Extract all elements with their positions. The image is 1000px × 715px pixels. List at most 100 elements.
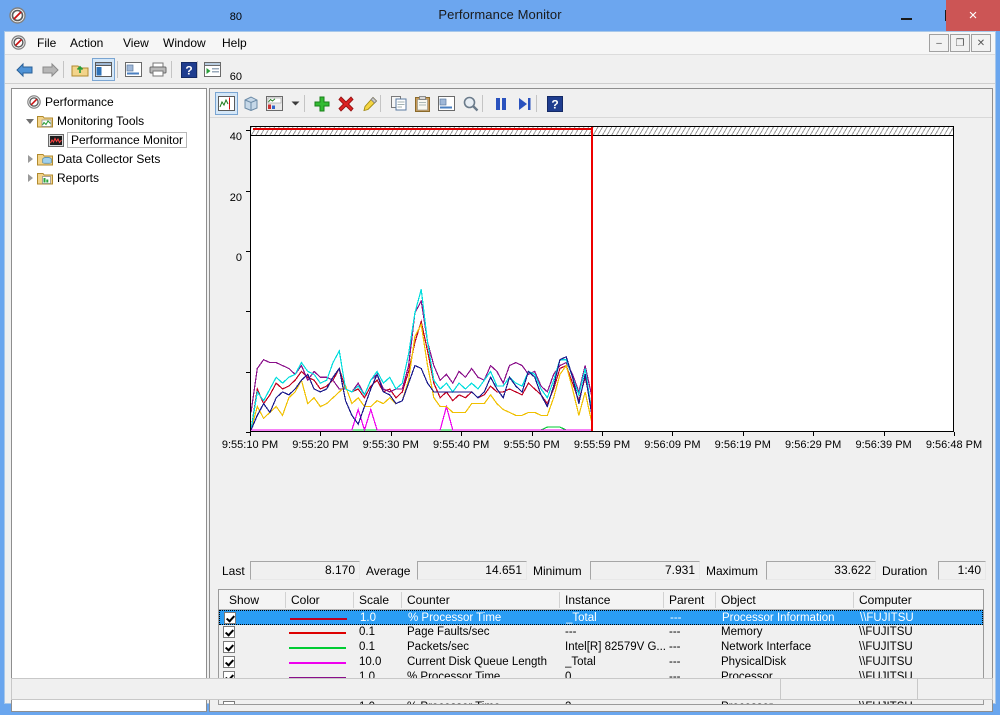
legend-column-header[interactable]: Scale xyxy=(359,593,389,607)
x-axis-label: 9:56:19 PM xyxy=(707,439,779,451)
legend-row[interactable]: 0.1Packets/secIntel[R] 82579V G...---Net… xyxy=(219,640,983,655)
mdi-minimize-button[interactable]: – xyxy=(929,34,949,52)
menu-item-help[interactable]: Help xyxy=(220,36,249,50)
show-checkbox[interactable] xyxy=(223,701,235,705)
no-entry-icon xyxy=(11,35,26,50)
show-checkbox[interactable] xyxy=(224,612,236,624)
mdi-close-button[interactable]: ✕ xyxy=(971,34,991,52)
last-value: 8.170 xyxy=(250,561,360,580)
chart-red-top-line xyxy=(253,128,591,130)
help-button[interactable]: ? xyxy=(543,92,566,115)
expander-closed-icon[interactable] xyxy=(26,173,37,184)
tree-item-performance-monitor[interactable]: Performance Monitor xyxy=(48,131,187,149)
forward-button[interactable] xyxy=(39,58,62,81)
change-graph-type-button[interactable] xyxy=(263,92,286,115)
tree-item-performance[interactable]: Performance xyxy=(16,93,114,111)
legend-cell-instance: _Total xyxy=(566,612,666,624)
legend-cell-instance: _Total xyxy=(565,656,665,668)
legend-cell-computer: \\FUJITSU xyxy=(859,701,969,705)
show-checkbox[interactable] xyxy=(223,641,235,653)
up-one-level-button[interactable] xyxy=(68,58,91,81)
window-close-button[interactable]: × xyxy=(946,0,1000,31)
tree-item-monitoring-tools[interactable]: Monitoring Tools xyxy=(26,112,144,130)
x-axis-label: 9:56:39 PM xyxy=(848,439,920,451)
y-axis-label-80: 80 xyxy=(212,11,242,23)
window-minimize-button[interactable] xyxy=(884,0,928,31)
legend-column-header[interactable]: Counter xyxy=(407,593,450,607)
legend-column-header[interactable]: Object xyxy=(721,593,756,607)
tree-item-reports[interactable]: Reports xyxy=(26,169,99,187)
legend-column-divider[interactable] xyxy=(663,592,664,608)
legend-column-divider[interactable] xyxy=(715,592,716,608)
legend-row[interactable]: 1.0% Processor Time_Total---Processor In… xyxy=(219,610,983,625)
console-tree[interactable]: Performance Monitoring Tools xyxy=(11,88,207,712)
performance-monitor-window: Performance Monitor × File Action View W… xyxy=(0,0,1000,715)
legend-column-divider[interactable] xyxy=(285,592,286,608)
mdi-restore-button[interactable]: ❐ xyxy=(950,34,970,52)
chart-time-cursor[interactable] xyxy=(591,127,593,431)
expander-placeholder xyxy=(16,97,27,108)
legend-column-header[interactable]: Parent xyxy=(669,593,704,607)
delete-counter-button[interactable] xyxy=(334,92,357,115)
legend-column-divider[interactable] xyxy=(559,592,560,608)
expander-closed-icon[interactable] xyxy=(26,154,37,165)
legend-row[interactable]: 1.0% Processor Time2---Processor\\FUJITS… xyxy=(219,700,983,705)
x-axis-label: 9:55:10 PM xyxy=(214,439,286,451)
legend-cell-computer: \\FUJITSU xyxy=(859,626,969,638)
performance-monitor-pane: ? 0 20 40 60 80 100 xyxy=(209,88,993,712)
legend-column-header[interactable]: Computer xyxy=(859,593,912,607)
menu-item-view[interactable]: View xyxy=(121,36,151,50)
legend-row[interactable]: 10.0Current Disk Queue Length_Total---Ph… xyxy=(219,655,983,670)
show-console-tree-button[interactable] xyxy=(92,58,115,81)
y-axis-label-0: 0 xyxy=(212,252,242,264)
x-tick xyxy=(250,432,251,436)
update-data-button[interactable] xyxy=(513,92,536,115)
paste-counter-list-button[interactable] xyxy=(411,92,434,115)
tree-item-data-collector-sets[interactable]: Data Collector Sets xyxy=(26,150,160,168)
menu-item-action[interactable]: Action xyxy=(68,36,105,50)
duration-label: Duration xyxy=(882,564,927,578)
color-swatch xyxy=(289,647,346,649)
view-histogram-button[interactable] xyxy=(239,92,262,115)
show-checkbox[interactable] xyxy=(223,626,235,638)
print-button[interactable] xyxy=(146,58,169,81)
legend-cell-scale: 1.0 xyxy=(360,612,400,624)
close-glyph-icon: × xyxy=(969,8,978,23)
svg-text:?: ? xyxy=(185,63,192,77)
legend-column-header[interactable]: Show xyxy=(229,593,259,607)
freeze-display-button[interactable] xyxy=(489,92,512,115)
average-label: Average xyxy=(366,564,410,578)
legend-cell-counter: % Processor Time xyxy=(407,701,562,705)
back-button[interactable] xyxy=(13,58,36,81)
legend-column-header[interactable]: Color xyxy=(291,593,320,607)
legend-cell-object: Processor Information xyxy=(722,612,852,624)
menu-item-file[interactable]: File xyxy=(35,36,58,50)
properties-button[interactable] xyxy=(122,58,145,81)
view-line-graph-button[interactable] xyxy=(215,92,238,115)
magnifier-icon[interactable] xyxy=(459,92,482,115)
legend-cell-object: PhysicalDisk xyxy=(721,656,851,668)
y-axis-label-60: 60 xyxy=(212,71,242,83)
show-checkbox[interactable] xyxy=(223,656,235,668)
minimum-value: 7.931 xyxy=(590,561,700,580)
legend-cell-counter: Page Faults/sec xyxy=(407,626,562,638)
legend-column-divider[interactable] xyxy=(853,592,854,608)
chart-plot-area[interactable] xyxy=(250,126,954,432)
legend-cell-scale: 0.1 xyxy=(359,626,399,638)
properties-button[interactable] xyxy=(435,92,458,115)
legend-column-divider[interactable] xyxy=(401,592,402,608)
x-tick xyxy=(602,432,603,436)
legend-column-header[interactable]: Instance xyxy=(565,593,610,607)
chart-area[interactable]: 0 20 40 60 80 100 xyxy=(214,119,988,557)
expander-open-icon[interactable] xyxy=(26,116,37,127)
x-tick xyxy=(320,432,321,436)
add-counter-button[interactable] xyxy=(310,92,333,115)
legend-cell-counter: % Processor Time xyxy=(408,612,563,624)
legend-cell-parent: --- xyxy=(669,656,717,668)
highlight-button[interactable] xyxy=(358,92,381,115)
menu-item-window[interactable]: Window xyxy=(161,36,208,50)
legend-column-divider[interactable] xyxy=(353,592,354,608)
copy-properties-button[interactable] xyxy=(387,92,410,115)
tree-item-label: Performance Monitor xyxy=(67,132,187,148)
legend-row[interactable]: 0.1Page Faults/sec------Memory\\FUJITSU xyxy=(219,625,983,640)
